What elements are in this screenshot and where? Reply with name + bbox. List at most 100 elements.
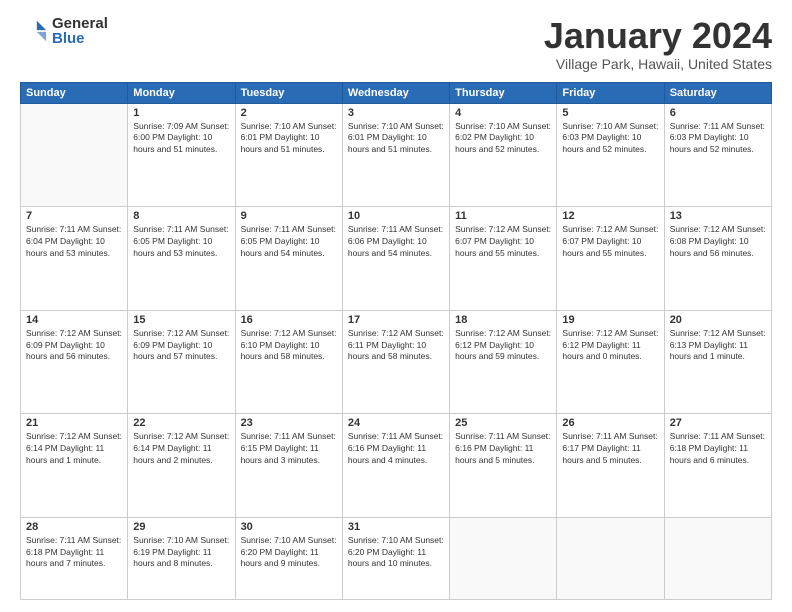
day-info: Sunrise: 7:12 AM Sunset: 6:12 PM Dayligh…	[562, 328, 658, 364]
col-friday: Friday	[557, 82, 664, 103]
day-info: Sunrise: 7:11 AM Sunset: 6:15 PM Dayligh…	[241, 431, 337, 467]
day-info: Sunrise: 7:12 AM Sunset: 6:14 PM Dayligh…	[26, 431, 122, 467]
table-row	[664, 517, 771, 599]
logo: General Blue	[20, 16, 108, 46]
table-row: 13Sunrise: 7:12 AM Sunset: 6:08 PM Dayli…	[664, 207, 771, 311]
logo-text: General Blue	[52, 16, 108, 46]
day-info: Sunrise: 7:11 AM Sunset: 6:03 PM Dayligh…	[670, 121, 766, 157]
day-info: Sunrise: 7:12 AM Sunset: 6:07 PM Dayligh…	[562, 224, 658, 260]
day-info: Sunrise: 7:12 AM Sunset: 6:09 PM Dayligh…	[26, 328, 122, 364]
day-number: 27	[670, 417, 766, 429]
day-info: Sunrise: 7:10 AM Sunset: 6:01 PM Dayligh…	[348, 121, 444, 157]
table-row	[21, 103, 128, 207]
day-info: Sunrise: 7:11 AM Sunset: 6:18 PM Dayligh…	[670, 431, 766, 467]
table-row: 9 Sunrise: 7:11 AM Sunset: 6:05 PM Daylig…	[235, 207, 342, 311]
day-info: Sunrise: 7:10 AM Sunset: 6:02 PM Dayligh…	[455, 121, 551, 157]
table-row: 27 Sunrise: 7:11 AM Sunset: 6:18 PM Dayli…	[664, 414, 771, 518]
day-number: 9	[241, 210, 337, 222]
table-row: 25 Sunrise: 7:11 AM Sunset: 6:16 PM Dayli…	[450, 414, 557, 518]
day-info: Sunrise: 7:10 AM Sunset: 6:20 PM Dayligh…	[241, 535, 337, 571]
day-number: 23	[241, 417, 337, 429]
day-number: 16	[241, 314, 337, 326]
day-number: 30	[241, 521, 337, 533]
day-number: 20	[670, 314, 766, 326]
col-thursday: Thursday	[450, 82, 557, 103]
page: General Blue January 2024 Village Park, …	[0, 0, 792, 612]
day-info: Sunrise: 7:11 AM Sunset: 6:16 PM Dayligh…	[455, 431, 551, 467]
title-block: January 2024 Village Park, Hawaii, Unite…	[544, 16, 772, 72]
logo-blue: Blue	[52, 31, 108, 46]
table-row: 18 Sunrise: 7:12 AM Sunset: 6:12 PM Dayli…	[450, 310, 557, 414]
day-number: 28	[26, 521, 122, 533]
table-row: 15 Sunrise: 7:12 AM Sunset: 6:09 PM Dayli…	[128, 310, 235, 414]
table-row: 26 Sunrise: 7:11 AM Sunset: 6:17 PM Dayli…	[557, 414, 664, 518]
col-wednesday: Wednesday	[342, 82, 449, 103]
day-number: 11	[455, 210, 551, 222]
day-number: 3	[348, 107, 444, 119]
table-row: 6 Sunrise: 7:11 AM Sunset: 6:03 PM Daylig…	[664, 103, 771, 207]
col-sunday: Sunday	[21, 82, 128, 103]
table-row: 29 Sunrise: 7:10 AM Sunset: 6:19 PM Dayli…	[128, 517, 235, 599]
table-row: 8 Sunrise: 7:11 AM Sunset: 6:05 PM Daylig…	[128, 207, 235, 311]
day-number: 2	[241, 107, 337, 119]
day-number: 6	[670, 107, 766, 119]
day-number: 22	[133, 417, 229, 429]
day-info: Sunrise: 7:11 AM Sunset: 6:17 PM Dayligh…	[562, 431, 658, 467]
day-info: Sunrise: 7:12 AM Sunset: 6:10 PM Dayligh…	[241, 328, 337, 364]
table-row: 17Sunrise: 7:12 AM Sunset: 6:11 PM Dayli…	[342, 310, 449, 414]
table-row: 10Sunrise: 7:11 AM Sunset: 6:06 PM Dayli…	[342, 207, 449, 311]
day-info: Sunrise: 7:12 AM Sunset: 6:09 PM Dayligh…	[133, 328, 229, 364]
day-number: 18	[455, 314, 551, 326]
table-row: 5Sunrise: 7:10 AM Sunset: 6:03 PM Daylig…	[557, 103, 664, 207]
day-info: Sunrise: 7:12 AM Sunset: 6:14 PM Dayligh…	[133, 431, 229, 467]
logo-general: General	[52, 16, 108, 31]
table-row: 11Sunrise: 7:12 AM Sunset: 6:07 PM Dayli…	[450, 207, 557, 311]
day-info: Sunrise: 7:12 AM Sunset: 6:13 PM Dayligh…	[670, 328, 766, 364]
day-info: Sunrise: 7:10 AM Sunset: 6:03 PM Dayligh…	[562, 121, 658, 157]
day-number: 1	[133, 107, 229, 119]
day-info: Sunrise: 7:11 AM Sunset: 6:18 PM Dayligh…	[26, 535, 122, 571]
calendar-table: Sunday Monday Tuesday Wednesday Thursday…	[20, 82, 772, 600]
day-number: 26	[562, 417, 658, 429]
table-row: 19 Sunrise: 7:12 AM Sunset: 6:12 PM Dayli…	[557, 310, 664, 414]
day-number: 17	[348, 314, 444, 326]
day-number: 29	[133, 521, 229, 533]
day-info: Sunrise: 7:10 AM Sunset: 6:01 PM Dayligh…	[241, 121, 337, 157]
day-info: Sunrise: 7:11 AM Sunset: 6:05 PM Dayligh…	[241, 224, 337, 260]
day-number: 15	[133, 314, 229, 326]
table-row	[557, 517, 664, 599]
header: General Blue January 2024 Village Park, …	[20, 16, 772, 72]
day-info: Sunrise: 7:12 AM Sunset: 6:08 PM Dayligh…	[670, 224, 766, 260]
table-row: 4Sunrise: 7:10 AM Sunset: 6:02 PM Daylig…	[450, 103, 557, 207]
day-info: Sunrise: 7:11 AM Sunset: 6:05 PM Dayligh…	[133, 224, 229, 260]
calendar-subtitle: Village Park, Hawaii, United States	[544, 56, 772, 72]
calendar-body: 1Sunrise: 7:09 AM Sunset: 6:00 PM Daylig…	[21, 103, 772, 599]
day-number: 12	[562, 210, 658, 222]
day-number: 7	[26, 210, 122, 222]
table-row: 20 Sunrise: 7:12 AM Sunset: 6:13 PM Dayli…	[664, 310, 771, 414]
day-number: 14	[26, 314, 122, 326]
day-number: 8	[133, 210, 229, 222]
table-row: 1Sunrise: 7:09 AM Sunset: 6:00 PM Daylig…	[128, 103, 235, 207]
table-row	[450, 517, 557, 599]
table-row: 2 Sunrise: 7:10 AM Sunset: 6:01 PM Daylig…	[235, 103, 342, 207]
table-row: 22 Sunrise: 7:12 AM Sunset: 6:14 PM Dayli…	[128, 414, 235, 518]
table-row: 23 Sunrise: 7:11 AM Sunset: 6:15 PM Dayli…	[235, 414, 342, 518]
day-info: Sunrise: 7:11 AM Sunset: 6:04 PM Dayligh…	[26, 224, 122, 260]
table-row: 12 Sunrise: 7:12 AM Sunset: 6:07 PM Dayli…	[557, 207, 664, 311]
logo-icon	[20, 17, 48, 45]
table-row: 7 Sunrise: 7:11 AM Sunset: 6:04 PM Daylig…	[21, 207, 128, 311]
day-info: Sunrise: 7:10 AM Sunset: 6:19 PM Dayligh…	[133, 535, 229, 571]
calendar-header: Sunday Monday Tuesday Wednesday Thursday…	[21, 82, 772, 103]
col-tuesday: Tuesday	[235, 82, 342, 103]
day-info: Sunrise: 7:12 AM Sunset: 6:12 PM Dayligh…	[455, 328, 551, 364]
calendar-title: January 2024	[544, 16, 772, 56]
day-number: 25	[455, 417, 551, 429]
day-number: 10	[348, 210, 444, 222]
day-info: Sunrise: 7:11 AM Sunset: 6:16 PM Dayligh…	[348, 431, 444, 467]
table-row: 28 Sunrise: 7:11 AM Sunset: 6:18 PM Dayli…	[21, 517, 128, 599]
day-info: Sunrise: 7:10 AM Sunset: 6:20 PM Dayligh…	[348, 535, 444, 571]
table-row: 3 Sunrise: 7:10 AM Sunset: 6:01 PM Daylig…	[342, 103, 449, 207]
day-number: 19	[562, 314, 658, 326]
col-monday: Monday	[128, 82, 235, 103]
